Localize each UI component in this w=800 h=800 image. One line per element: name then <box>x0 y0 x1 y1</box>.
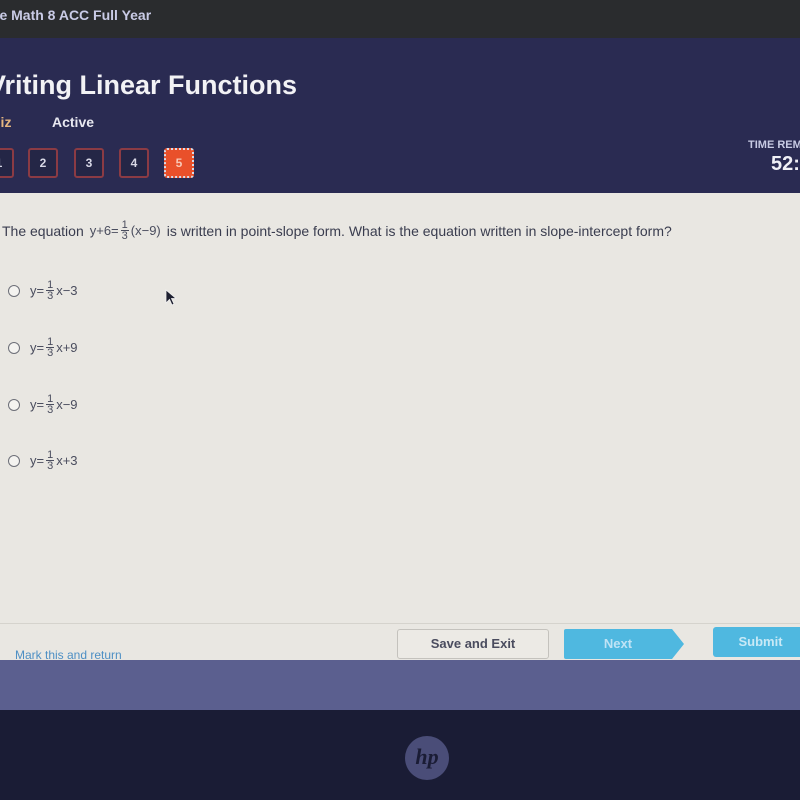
answer-option-2[interactable]: y= 13 x+9 <box>8 337 78 359</box>
option-math: y= 13 x−9 <box>30 394 78 416</box>
option-lhs: y= <box>30 397 45 412</box>
question-button-2[interactable]: 2 <box>28 148 58 178</box>
option-math: y= 13 x+3 <box>30 450 78 472</box>
fraction-denominator: 3 <box>47 404 54 416</box>
timer-value: 52: <box>771 153 800 175</box>
radio-button[interactable] <box>8 341 20 354</box>
option-rhs: x+9 <box>56 340 78 355</box>
course-bar: re Math 8 ACC Full Year <box>0 0 800 38</box>
hp-logo-icon: hp <box>405 736 449 780</box>
monitor-bezel <box>0 710 800 800</box>
question-button-4[interactable]: 4 <box>119 148 149 178</box>
radio-button[interactable] <box>8 398 20 411</box>
fraction-denominator: 3 <box>47 290 54 302</box>
timer-label: TIME REMAINING <box>748 139 800 151</box>
equation-right: (x−9) <box>130 223 161 238</box>
save-and-exit-button[interactable]: Save and Exit <box>397 629 549 659</box>
question-button-1[interactable]: 1 <box>0 148 14 178</box>
question-equation: y+6= 1 3 (x−9) <box>89 220 161 242</box>
next-button[interactable]: Next <box>564 629 684 659</box>
radio-button[interactable] <box>8 454 20 467</box>
question-prefix: The equation <box>2 222 84 239</box>
option-fraction: 13 <box>46 450 55 472</box>
question-suffix: is written in point-slope form. What is … <box>166 222 672 239</box>
option-math: y= 13 x+9 <box>30 337 78 359</box>
option-fraction: 13 <box>46 394 55 416</box>
submit-button[interactable]: Submit <box>713 627 800 657</box>
radio-button[interactable] <box>8 284 20 297</box>
question-button-3[interactable]: 3 <box>74 148 104 178</box>
fraction-denominator: 3 <box>47 347 54 359</box>
status-label: Active <box>52 114 95 130</box>
answer-option-1[interactable]: y= 13 x−3 <box>8 280 78 302</box>
option-fraction: 13 <box>46 280 55 302</box>
answer-option-4[interactable]: y= 13 x+3 <box>8 450 78 472</box>
answer-option-3[interactable]: y= 13 x−9 <box>8 394 78 416</box>
quiz-header: Vriting Linear Functions uiz Active 1 2 … <box>0 38 800 193</box>
mouse-cursor-icon <box>165 289 178 306</box>
option-math: y= 13 x−3 <box>30 280 78 302</box>
screen-bottom-edge <box>0 660 800 710</box>
page-title: Vriting Linear Functions <box>0 70 298 100</box>
activity-type-label: uiz <box>0 114 12 130</box>
option-fraction: 13 <box>46 337 55 359</box>
question-text: The equation y+6= 1 3 (x−9) is written i… <box>2 220 672 242</box>
footer-divider <box>0 623 800 624</box>
question-button-5-current[interactable]: 5 <box>164 148 194 178</box>
equation-fraction: 1 3 <box>120 220 129 242</box>
fraction-denominator: 3 <box>121 230 128 242</box>
next-button-label: Next <box>603 636 633 651</box>
option-rhs: x−3 <box>56 283 78 298</box>
option-rhs: x−9 <box>56 397 78 412</box>
option-lhs: y= <box>30 283 45 298</box>
fraction-denominator: 3 <box>47 460 54 472</box>
option-lhs: y= <box>30 340 45 355</box>
option-lhs: y= <box>30 453 45 468</box>
question-panel: The equation y+6= 1 3 (x−9) is written i… <box>0 193 800 662</box>
equation-left: y+6= <box>89 223 119 238</box>
option-rhs: x+3 <box>56 453 78 468</box>
course-title[interactable]: re Math 8 ACC Full Year <box>0 7 151 23</box>
